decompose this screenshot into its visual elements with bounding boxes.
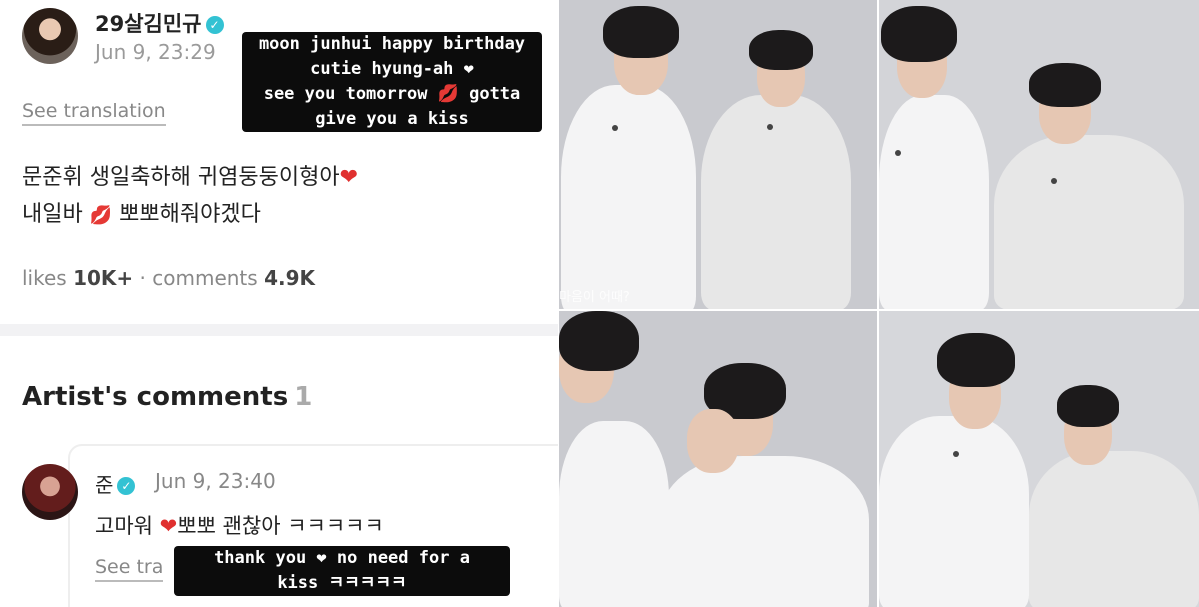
post-stats: likes 10K+ · comments 4.9K [22,266,315,290]
post-body-text-2a: 내일바 [22,202,83,227]
likes-label: likes [22,266,67,290]
caption-line: cutie hyung-ah ❤ [310,59,474,79]
verified-badge-icon: ✓ [117,477,136,495]
verified-badge-icon: ✓ [205,16,224,34]
artist-comments-title: Artist's comments [22,382,289,412]
see-translation-link[interactable]: See translation [22,100,166,126]
photo-bottom-right[interactable] [879,311,1199,607]
post-author-name[interactable]: 29살김민규 [95,12,202,36]
caption-line: give you a kiss [315,109,469,129]
likes-count[interactable]: 10K+ [73,266,133,290]
post-timestamp: Jun 9, 23:29 [95,40,216,64]
translation-caption-top: moon junhui happy birthday cutie hyung-a… [242,32,542,132]
post-panel: 29살김민규 ✓ Jun 9, 23:29 See translation 문준휘… [0,0,558,607]
post-body-line-2: 내일바 💋 뽀뽀해줘야겠다 [22,196,261,228]
photo-top-right[interactable] [879,0,1199,309]
comment-text: 고마워 ❤뽀뽀 괜찮아 ㅋㅋㅋㅋㅋ [95,510,384,540]
caption-line: thank you ❤ no need for a [214,548,470,568]
grid-divider-vertical [877,0,879,607]
artist-comments-heading: Artist's comments 1 [22,382,312,412]
translation-caption-bottom: thank you ❤ no need for a kiss ㅋㅋㅋㅋㅋ [174,546,510,596]
section-divider [0,324,558,336]
comments-label: comments [152,266,258,290]
kiss-mark-icon: 💋 [89,205,113,226]
caption-line: kiss ㅋㅋㅋㅋㅋ [277,573,407,593]
stats-separator: · [139,266,146,290]
comment-author-name[interactable]: 준 [95,473,113,497]
commenter-avatar[interactable] [22,464,78,520]
comments-count[interactable]: 4.9K [264,266,315,290]
caption-line: moon junhui happy birthday [258,34,526,54]
post-body-text-2b: 뽀뽀해줘야겠다 [119,202,261,227]
heart-icon: ❤ [159,514,178,538]
comment-see-translation-link[interactable]: See tra [95,556,164,582]
caption-line: see you tomorrow 💋 gotta [263,84,521,104]
comment-timestamp: Jun 9, 23:40 [155,469,276,493]
post-author[interactable]: 29살김민규 ✓ [95,8,224,38]
photo-bottom-left[interactable] [559,311,877,607]
author-avatar[interactable] [22,8,78,64]
photo-top-left[interactable]: 마음이 어때? [559,0,877,309]
comment-text-a: 고마워 [95,514,153,538]
artist-comments-count: 1 [294,382,313,412]
comment-author[interactable]: 준 ✓ [95,469,136,498]
post-body-text-1: 문준휘 생일축하해 귀염둥둥이형아 [22,165,340,190]
video-subtitle: 마음이 어때? [559,290,630,305]
heart-icon: ❤ [339,165,359,190]
comment-text-b: 뽀뽀 괜찮아 ㅋㅋㅋㅋㅋ [177,514,384,538]
post-body-line-1: 문준휘 생일축하해 귀염둥둥이형아❤ [22,159,358,191]
grid-divider-horizontal [559,309,1199,311]
